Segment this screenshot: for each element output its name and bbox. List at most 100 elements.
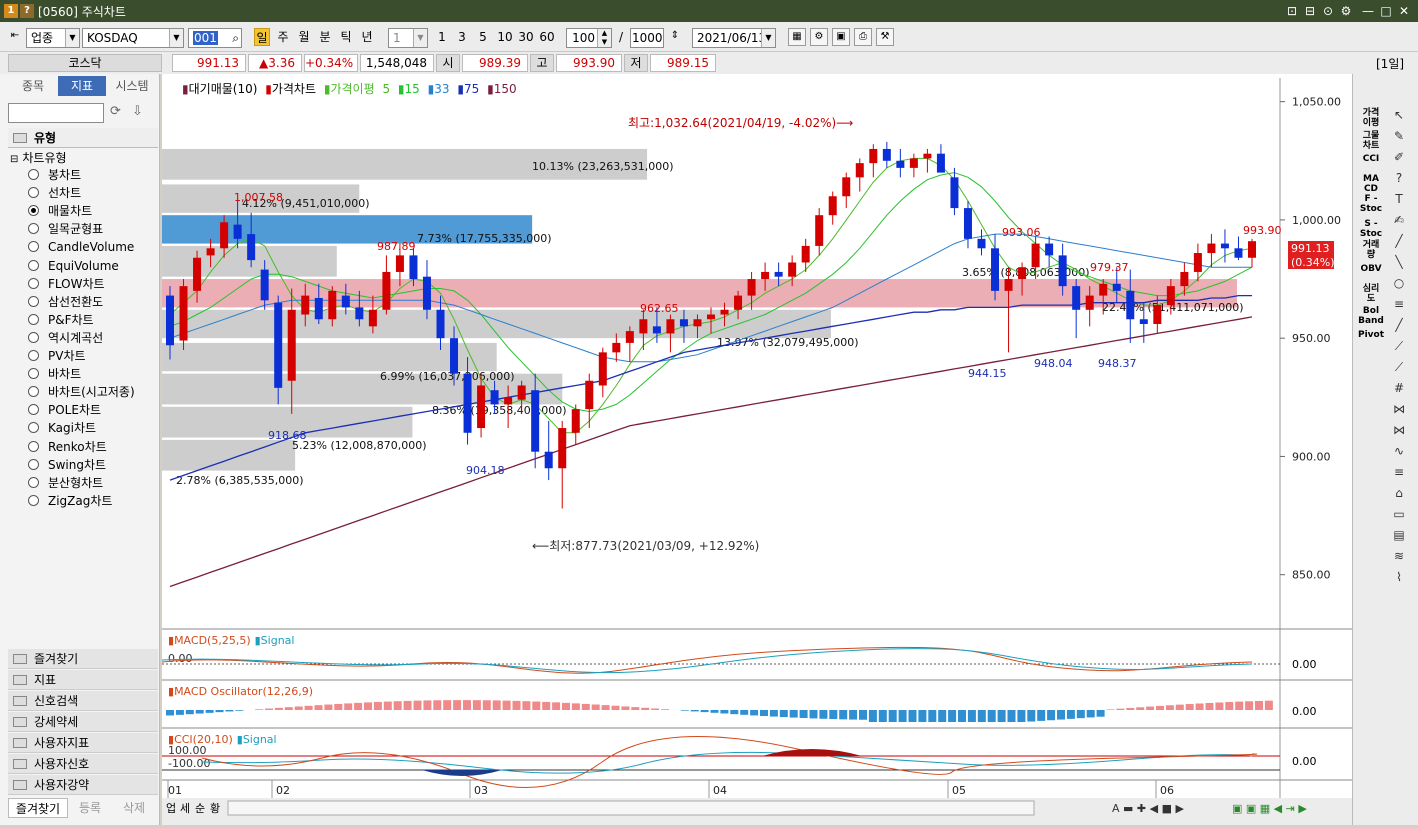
chart-type-item[interactable]: 삼선전환도 xyxy=(28,293,103,311)
interval-5[interactable]: 5 xyxy=(477,28,489,46)
multiplier-select[interactable]: 1▼ xyxy=(388,28,428,48)
chart-type-item[interactable]: CandleVolume xyxy=(28,238,134,256)
prev-stock-icon[interactable]: ⇤ xyxy=(6,28,24,46)
radio-icon[interactable] xyxy=(28,241,39,252)
tools-icon[interactable]: ⚒ xyxy=(876,28,894,46)
radio-icon[interactable] xyxy=(28,477,39,488)
save-icon[interactable]: ▣ xyxy=(832,28,850,46)
chart-type-item[interactable]: 봉차트 xyxy=(28,166,81,184)
drawing-tool-icon[interactable]: ╱ xyxy=(1389,318,1409,336)
interval-60[interactable]: 60 xyxy=(538,28,556,46)
period-day[interactable]: 일 xyxy=(254,28,270,46)
right-tool-7[interactable]: OBV xyxy=(1357,264,1385,274)
drawing-tool-icon[interactable]: ? xyxy=(1389,171,1409,189)
chart-type-item[interactable]: 분산형차트 xyxy=(28,474,103,492)
radio-icon[interactable] xyxy=(28,260,39,271)
chart-type-item[interactable]: FLOW차트 xyxy=(28,275,105,293)
right-tool-9[interactable]: Bol Band xyxy=(1357,306,1385,326)
bottom-tab-delete[interactable]: 삭제 xyxy=(112,798,156,818)
bottom-tab-register[interactable]: 등록 xyxy=(68,798,112,818)
refresh-icon[interactable]: ⟳ xyxy=(110,104,126,122)
chart-type-item[interactable]: 선차트 xyxy=(28,184,81,202)
indicator-search-input[interactable] xyxy=(8,103,104,123)
drawing-tool-icon[interactable]: ⋈ xyxy=(1389,423,1409,441)
drawing-tool-icon[interactable]: ✐ xyxy=(1389,150,1409,168)
chart-type-item[interactable]: POLE차트 xyxy=(28,401,101,419)
chart-type-item[interactable]: Renko차트 xyxy=(28,438,107,456)
drawing-tool-icon[interactable]: ↖ xyxy=(1389,108,1409,126)
right-tool-2[interactable]: CCI xyxy=(1357,154,1385,164)
minimize-button[interactable]: — xyxy=(1360,3,1376,19)
section-2[interactable]: 신호검색 xyxy=(8,691,158,711)
period-week[interactable]: 주 xyxy=(275,28,291,46)
chart-type-item[interactable]: P&F차트 xyxy=(28,311,94,329)
period-minute[interactable]: 분 xyxy=(317,28,333,46)
radio-icon[interactable] xyxy=(28,422,39,433)
tab-indicator[interactable]: 지표 xyxy=(58,76,106,96)
gear-icon[interactable]: ⚙ xyxy=(810,28,828,46)
maximize-button[interactable]: □ xyxy=(1378,3,1394,19)
radio-icon[interactable] xyxy=(28,386,39,397)
spinner-icon[interactable]: ▲▼ xyxy=(597,29,611,47)
right-tool-5[interactable]: S - Stoc xyxy=(1357,219,1385,239)
chart-type-item[interactable]: Kagi차트 xyxy=(28,419,96,437)
section-3[interactable]: 강세약세 xyxy=(8,712,158,732)
chart-type-item[interactable]: PV차트 xyxy=(28,347,86,365)
drawing-tool-icon[interactable]: ▤ xyxy=(1389,528,1409,546)
drawing-tool-icon[interactable]: ○ xyxy=(1389,276,1409,294)
radio-icon[interactable] xyxy=(28,223,39,234)
chart-type-item[interactable]: Swing차트 xyxy=(28,456,106,474)
radio-icon[interactable] xyxy=(28,368,39,379)
count-adjust-icon[interactable]: ⇕ xyxy=(666,28,684,46)
interval-10[interactable]: 10 xyxy=(496,28,514,46)
market-name-select[interactable]: KOSDAQ▼ xyxy=(82,28,184,48)
period-tick[interactable]: 틱 xyxy=(338,28,354,46)
interval-30[interactable]: 30 xyxy=(517,28,535,46)
section-0[interactable]: 즐겨찾기 xyxy=(8,649,158,669)
interval-1[interactable]: 1 xyxy=(436,28,448,46)
radio-icon[interactable] xyxy=(28,350,39,361)
tree-root[interactable]: ⊟차트유형 xyxy=(10,149,67,167)
period-month[interactable]: 월 xyxy=(296,28,312,46)
drawing-tool-icon[interactable]: ≋ xyxy=(1389,549,1409,567)
right-tool-0[interactable]: 가격 이평 xyxy=(1357,108,1385,128)
drawing-tool-icon[interactable]: ∿ xyxy=(1389,444,1409,462)
interval-3[interactable]: 3 xyxy=(456,28,468,46)
drawing-tool-icon[interactable]: ╲ xyxy=(1389,255,1409,273)
right-tool-4[interactable]: F - Stoc xyxy=(1357,194,1385,214)
section-5[interactable]: 사용자신호 xyxy=(8,754,158,774)
drawing-tool-icon[interactable]: ✎ xyxy=(1389,129,1409,147)
drawing-tool-icon[interactable]: ⟋ xyxy=(1389,360,1409,378)
radio-icon[interactable] xyxy=(28,278,39,289)
code-input[interactable]: 001⌕ xyxy=(188,28,242,48)
drawing-tool-icon[interactable]: ≡ xyxy=(1389,297,1409,315)
right-tool-6[interactable]: 거래 량 xyxy=(1357,240,1385,260)
section-4[interactable]: 사용자지표 xyxy=(8,733,158,753)
close-button[interactable]: ✕ xyxy=(1396,3,1412,19)
print-icon[interactable]: ⎙ xyxy=(854,28,872,46)
tab-system[interactable]: 시스템 xyxy=(106,76,158,96)
radio-icon[interactable] xyxy=(28,314,39,325)
chart-type-item[interactable]: 바차트 xyxy=(28,365,81,383)
drawing-tool-icon[interactable]: ⌂ xyxy=(1389,486,1409,504)
radio-icon[interactable] xyxy=(28,296,39,307)
drawing-tool-icon[interactable]: ▭ xyxy=(1389,507,1409,525)
radio-icon[interactable] xyxy=(28,441,39,452)
radio-icon[interactable] xyxy=(28,459,39,470)
market-type-select[interactable]: 업종▼ xyxy=(26,28,80,48)
help-badge[interactable]: ? xyxy=(20,4,34,18)
date-select[interactable]: 2021/06/13▼ xyxy=(692,28,776,48)
total-count-input[interactable]: 1000 xyxy=(630,28,664,48)
radio-icon[interactable] xyxy=(28,205,39,216)
chart-type-item[interactable]: EquiVolume xyxy=(28,257,119,275)
chart-area[interactable]: 10.13% (23,263,531,000)4.12% (9,451,010,… xyxy=(162,74,1352,825)
radio-icon[interactable] xyxy=(28,169,39,180)
drawing-tool-icon[interactable]: T xyxy=(1389,192,1409,210)
chart-svg[interactable]: 10.13% (23,263,531,000)4.12% (9,451,010,… xyxy=(162,74,1352,825)
right-tool-3[interactable]: MA CD xyxy=(1357,174,1385,194)
chart-type-item[interactable]: 바차트(시고저종) xyxy=(28,383,135,401)
drawing-tool-icon[interactable]: ╱ xyxy=(1389,234,1409,252)
window-link-icon[interactable]: ⊡ xyxy=(1284,3,1300,19)
period-year[interactable]: 년 xyxy=(359,28,375,46)
drawing-tool-icon[interactable]: ⌇ xyxy=(1389,570,1409,588)
